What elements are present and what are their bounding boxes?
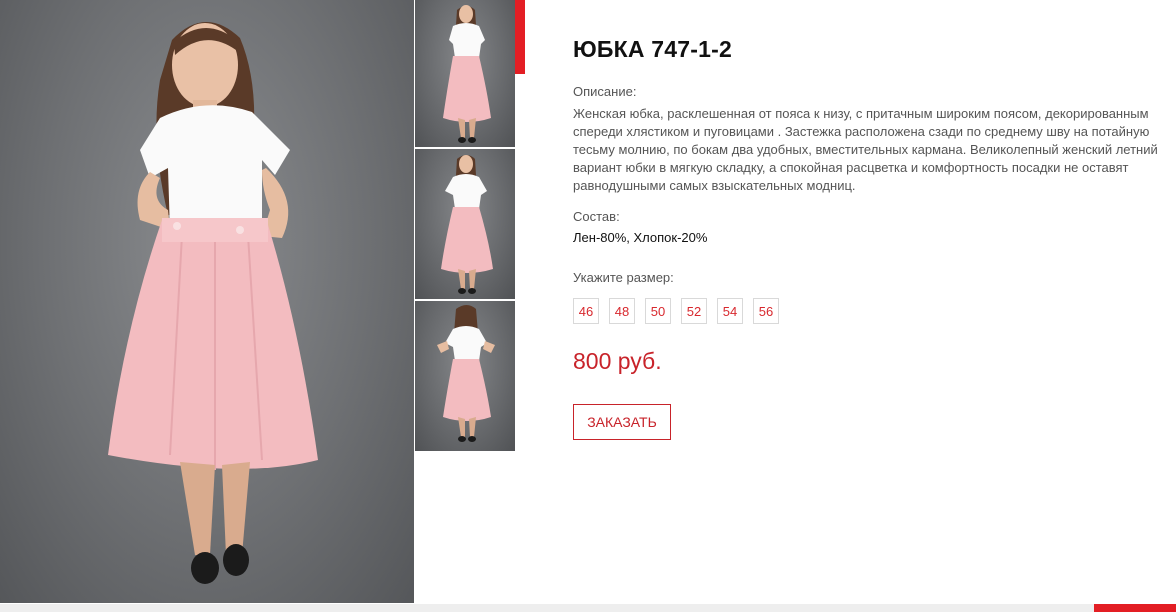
model-thumbnail-icon: [443, 5, 491, 143]
footer-strip: [0, 604, 1176, 612]
model-thumbnail-back-icon: [437, 305, 495, 442]
composition-label: Состав:: [573, 209, 620, 224]
thumbnail-front-2[interactable]: [415, 149, 515, 299]
product-title: ЮБКА 747-1-2: [573, 36, 732, 62]
size-label: Укажите размер:: [573, 270, 674, 285]
size-selector: 46 48 50 52 54 56: [573, 298, 779, 324]
accent-bar: [515, 0, 525, 74]
size-option[interactable]: 48: [609, 298, 635, 324]
product-composition: Лен-80%, Хлопок-20%: [573, 230, 708, 245]
thumbnail-front-1[interactable]: [415, 0, 515, 147]
product-description: Женская юбка, расклешенная от пояса к ни…: [573, 106, 1158, 193]
thumbnail-back[interactable]: [415, 301, 515, 451]
size-option[interactable]: 52: [681, 298, 707, 324]
model-thumbnail-icon: [441, 155, 493, 294]
size-option[interactable]: 50: [645, 298, 671, 324]
footer-accent: [1094, 604, 1176, 612]
size-option[interactable]: 56: [753, 298, 779, 324]
size-option[interactable]: 46: [573, 298, 599, 324]
main-product-photo: [0, 0, 414, 603]
model-figure-icon: [108, 21, 318, 584]
product-price: 800 руб.: [573, 348, 662, 374]
order-button[interactable]: ЗАКАЗАТЬ: [573, 404, 671, 440]
size-option[interactable]: 54: [717, 298, 743, 324]
description-label: Описание:: [573, 84, 637, 99]
